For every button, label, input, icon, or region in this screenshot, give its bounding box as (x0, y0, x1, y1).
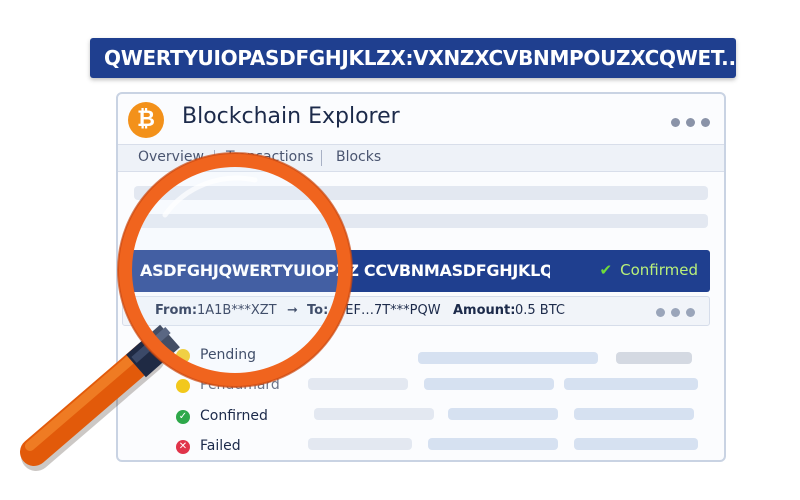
loading-placeholder (448, 408, 558, 420)
nav-tabs: Overview Transactions Blocks (118, 144, 724, 172)
tab-blocks[interactable]: Blocks (336, 149, 381, 165)
explorer-window: ₿ Blockchain Explorer Overview Transacti… (116, 92, 726, 462)
loading-placeholder (314, 408, 434, 420)
loading-placeholder (308, 378, 408, 390)
arrow-right-icon: ➞ (287, 303, 298, 318)
status-pending-alt: Pendumard (176, 377, 280, 393)
pending-dot-icon (176, 349, 190, 363)
transaction-details: From: 1A1B***XZT ➞ To: 3EF…7T***PQW Amou… (122, 296, 710, 326)
loading-placeholder (574, 408, 694, 420)
window-menu-dots-icon[interactable] (665, 112, 710, 131)
transaction-hash-banner: QWERTYUIOPASDFGHJKLZX:VXNZXCVBNMPOUZXCQW… (90, 38, 736, 78)
amount-value: 0.5 BTC (515, 303, 565, 318)
nav-divider (321, 150, 322, 166)
loading-placeholder (428, 438, 558, 450)
row-menu-dots-icon[interactable] (650, 306, 695, 321)
check-icon: ✔ (599, 261, 613, 279)
title-bar: ₿ Blockchain Explorer (118, 94, 724, 144)
to-label: To: (307, 303, 329, 318)
loading-placeholder (574, 438, 698, 450)
loading-placeholder (134, 214, 708, 228)
from-address[interactable]: 1A1B***XZT (197, 303, 277, 318)
status-badge: ✔ Confirmed (599, 261, 698, 279)
loading-placeholder (308, 438, 412, 450)
check-icon: ✓ (176, 410, 190, 424)
status-failed: ✕ Failed (176, 438, 241, 454)
loading-placeholder (424, 378, 554, 390)
tab-transactions[interactable]: Transactions (226, 149, 313, 165)
pending-dot-icon (176, 379, 190, 393)
app-title: Blockchain Explorer (182, 104, 400, 129)
status-confirmed: ✓ Confirned (176, 408, 268, 424)
amount-label: Amount: (453, 303, 516, 318)
loading-placeholder (564, 378, 698, 390)
loading-placeholder (616, 352, 692, 364)
transaction-hash[interactable]: ASDFGHJQWERTYUIOPZZ CCVBNMASDFGHJKLQWE..… (140, 261, 550, 280)
status-pending: Pending (176, 347, 256, 363)
to-address[interactable]: 3EF…7T***PQW (337, 303, 441, 318)
tab-overview[interactable]: Overview (138, 149, 204, 165)
x-icon: ✕ (176, 440, 190, 454)
from-label: From: (155, 303, 198, 318)
loading-placeholder (418, 352, 598, 364)
transaction-row-selected[interactable]: ASDFGHJQWERTYUIOPZZ CCVBNMASDFGHJKLQWE..… (122, 250, 710, 292)
nav-divider (214, 150, 215, 166)
bitcoin-logo-icon: ₿ (128, 102, 164, 138)
loading-placeholder (134, 186, 708, 200)
